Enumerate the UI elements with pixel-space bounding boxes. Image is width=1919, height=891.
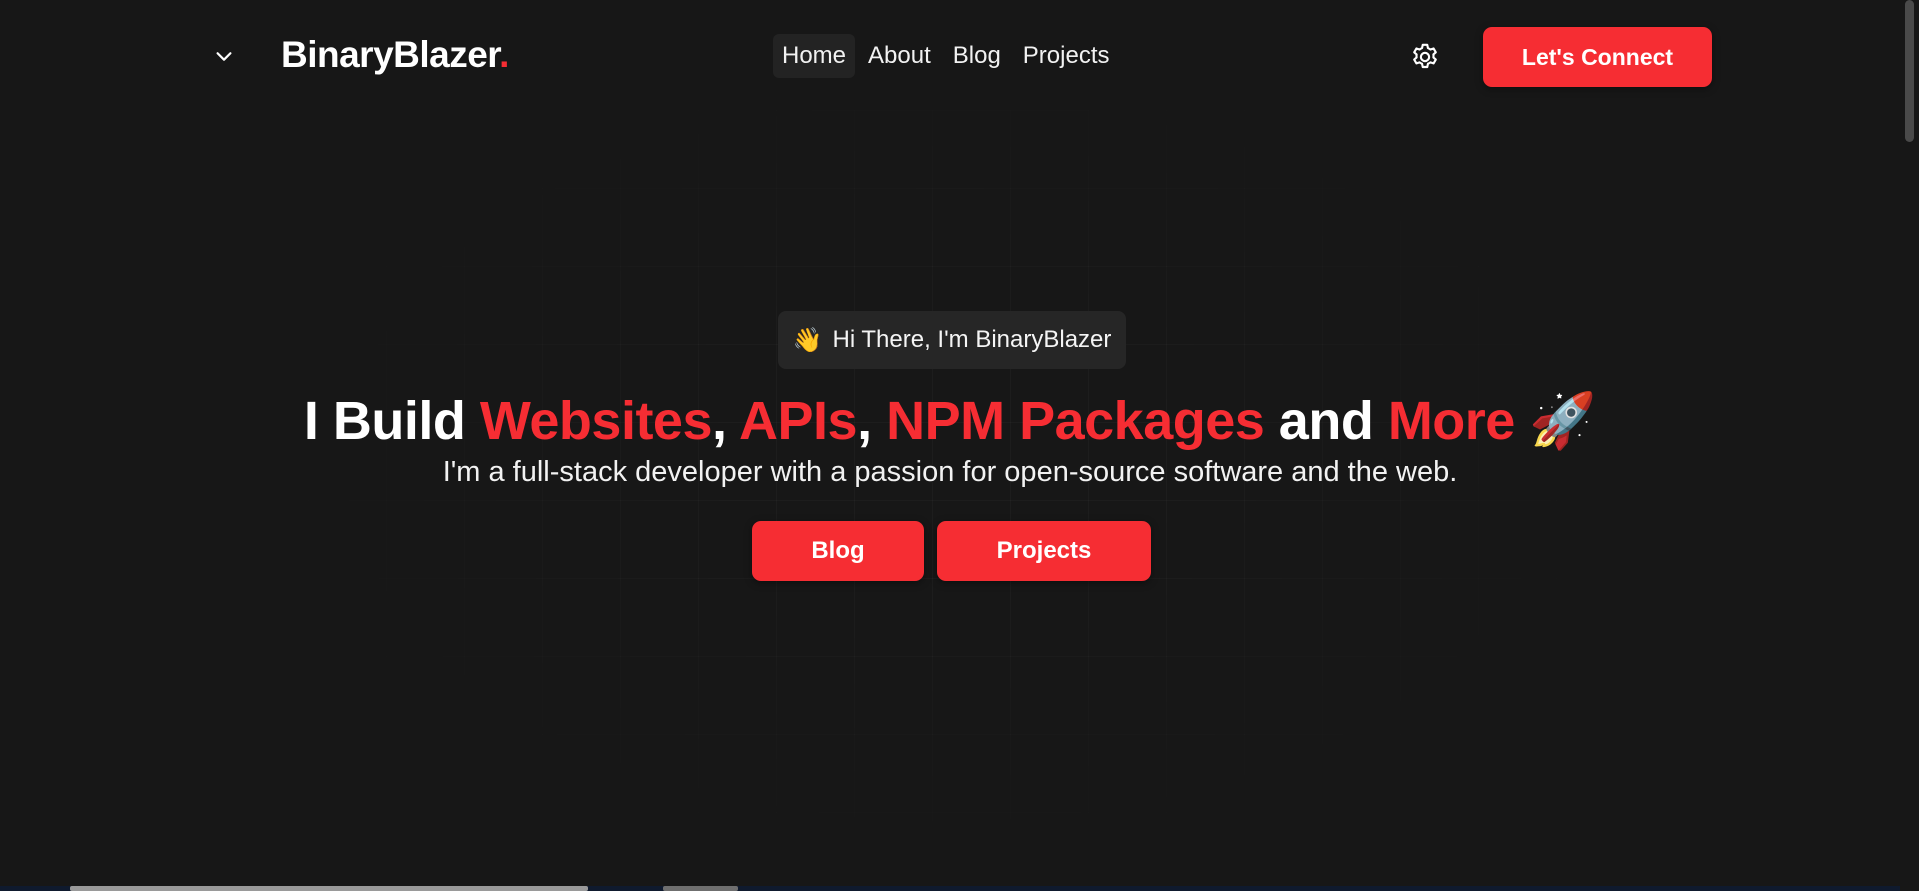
blog-button[interactable]: Blog [752,521,924,581]
nav-item-home[interactable]: Home [773,34,856,78]
vertical-scrollbar-thumb[interactable] [1905,0,1914,142]
main-nav: Home About Blog Projects [773,32,1119,80]
headline-prefix: I Build [303,391,480,451]
nav-item-blog[interactable]: Blog [944,34,1010,78]
chevron-down-icon [216,52,232,61]
headline-more: More [1387,391,1516,451]
vertical-scrollbar[interactable] [1900,0,1919,891]
gear-icon [1413,43,1437,69]
greeting-text: Hi There, I'm BinaryBlazer [832,326,1112,353]
settings-button[interactable] [1408,40,1442,74]
grid-background [230,110,1670,890]
site-header: BinaryBlazer. Home About Blog Projects L… [0,0,1900,114]
nav-item-about[interactable]: About [859,34,940,78]
site-logo[interactable]: BinaryBlazer. [281,34,509,76]
greeting-badge: 👋 Hi There, I'm BinaryBlazer [778,311,1126,369]
headline-npm-packages: NPM Packages [886,391,1265,451]
rocket-icon: 🚀 [1514,391,1597,451]
headline-apis: APIs [739,391,858,451]
headline-websites: Websites [479,391,713,451]
hero-actions: Blog Projects [752,521,1151,581]
headline-separator: , [712,391,740,451]
headline-separator: , [857,391,887,451]
headline-and: and [1264,391,1388,451]
horizontal-scrollbar-thumb[interactable] [70,886,588,891]
menu-toggle-button[interactable] [206,38,242,74]
lets-connect-button[interactable]: Let's Connect [1483,27,1712,87]
waving-hand-icon: 👋 [792,326,823,354]
nav-item-projects[interactable]: Projects [1014,34,1119,78]
horizontal-scrollbar-segment[interactable] [663,886,738,891]
projects-button[interactable]: Projects [937,521,1151,581]
logo-text: BinaryBlazer [281,34,500,75]
logo-dot: . [499,34,509,75]
hero-subtitle: I'm a full-stack developer with a passio… [442,456,1458,488]
hero-headline: I Build Websites, APIs, NPM Packages and… [0,390,1900,453]
page: BinaryBlazer. Home About Blog Projects L… [0,0,1919,891]
horizontal-scrollbar[interactable] [0,886,1900,891]
